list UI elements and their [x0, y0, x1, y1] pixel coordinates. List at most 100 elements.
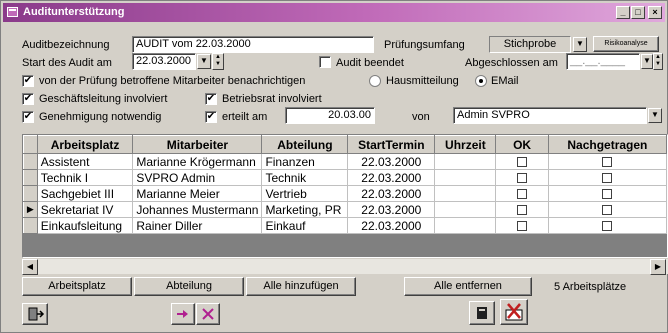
row-indicator[interactable]: ▶: [23, 201, 38, 218]
start-date-dropdown-button[interactable]: ▼: [197, 54, 211, 69]
cell-nachgetragen[interactable]: [547, 153, 667, 170]
erteilt-checkbox[interactable]: ✔: [205, 111, 217, 123]
geschaeftsleitung-checkbox[interactable]: ✔: [22, 93, 34, 105]
spin-down-icon[interactable]: ▼: [213, 61, 223, 68]
cell-ok[interactable]: [495, 185, 549, 202]
betriebsrat-checkbox[interactable]: ✔: [205, 93, 217, 105]
cell-mitarbeiter[interactable]: Marianne Meier: [132, 185, 263, 202]
ok-checkbox[interactable]: [517, 157, 528, 168]
table-row[interactable]: Assistent Marianne Krögermann Finanzen 22.0…: [23, 153, 667, 170]
abgeschlossen-date-input[interactable]: __.__.____: [566, 53, 640, 70]
arbeitsplatz-grid[interactable]: Arbeitsplatz Mitarbeiter Abteilung Start…: [22, 134, 668, 258]
column-header-nachgetragen[interactable]: Nachgetragen: [547, 135, 667, 154]
cell-starttermin[interactable]: 22.03.2000: [347, 217, 436, 234]
cell-abteilung[interactable]: Vertrieb: [261, 185, 349, 202]
von-dropdown-button[interactable]: ▼: [648, 108, 662, 123]
cell-uhrzeit[interactable]: [434, 169, 497, 186]
ok-checkbox[interactable]: [517, 205, 528, 216]
cell-arbeitsplatz[interactable]: Sachgebiet III: [36, 185, 134, 202]
cell-arbeitsplatz[interactable]: Assistent: [36, 153, 134, 170]
cell-uhrzeit[interactable]: [434, 153, 497, 170]
cell-mitarbeiter[interactable]: SVPRO Admin: [132, 169, 263, 186]
horizontal-scrollbar[interactable]: ◀ ▶: [22, 258, 668, 275]
add-arrow-button[interactable]: [171, 303, 195, 325]
cell-mitarbeiter[interactable]: Johannes Mustermann: [132, 201, 263, 218]
cell-arbeitsplatz[interactable]: Sekretariat IV: [36, 201, 134, 218]
save-button[interactable]: [469, 301, 495, 325]
cell-nachgetragen[interactable]: [547, 169, 667, 186]
column-header-ok[interactable]: OK: [495, 135, 549, 154]
nachgetragen-checkbox[interactable]: [602, 205, 613, 216]
cell-ok[interactable]: [495, 201, 549, 218]
benachrichtigen-checkbox[interactable]: ✔: [22, 75, 34, 87]
cell-mitarbeiter[interactable]: Marianne Krögermann: [132, 153, 263, 170]
cell-starttermin[interactable]: 22.03.2000: [347, 201, 436, 218]
cell-starttermin[interactable]: 22.03.2000: [347, 153, 436, 170]
row-indicator[interactable]: [23, 153, 38, 170]
cancel-button[interactable]: [500, 299, 528, 325]
spin-up-icon[interactable]: ▲: [213, 54, 223, 61]
ok-checkbox[interactable]: [517, 189, 528, 200]
risikoanalyse-button[interactable]: Risikoanalyse: [593, 36, 659, 52]
title-bar[interactable]: Auditunterstützung _ □ ×: [3, 3, 665, 22]
minimize-button[interactable]: _: [616, 6, 630, 19]
spin-down-icon[interactable]: ▼: [654, 61, 662, 68]
arbeitsplatz-button[interactable]: Arbeitsplatz: [22, 277, 132, 296]
genehmigung-checkbox[interactable]: ✔: [22, 111, 34, 123]
scroll-left-icon[interactable]: ◀: [22, 259, 38, 275]
von-select[interactable]: Admin SVPRO: [453, 107, 647, 124]
cell-abteilung[interactable]: Einkauf: [261, 217, 349, 234]
table-row[interactable]: Einkaufsleitung Rainer Diller Einkauf 22.03…: [23, 217, 667, 234]
cell-mitarbeiter[interactable]: Rainer Diller: [132, 217, 263, 234]
row-indicator[interactable]: [23, 169, 38, 186]
cell-arbeitsplatz[interactable]: Einkaufsleitung: [36, 217, 134, 234]
table-row[interactable]: ▶ Sekretariat IV Johannes Mustermann Market…: [23, 201, 667, 218]
auditbezeichnung-input[interactable]: AUDIT vom 22.03.2000: [132, 36, 374, 53]
abgeschlossen-spinner[interactable]: ▲ ▼: [653, 53, 663, 70]
column-header-mitarbeiter[interactable]: Mitarbeiter: [132, 135, 263, 154]
alle-hinzufuegen-button[interactable]: Alle hinzufügen: [246, 277, 356, 296]
nachgetragen-checkbox[interactable]: [602, 221, 613, 232]
nachgetragen-checkbox[interactable]: [602, 157, 613, 168]
cell-uhrzeit[interactable]: [434, 201, 497, 218]
alle-entfernen-button[interactable]: Alle entfernen: [404, 277, 532, 296]
cell-ok[interactable]: [495, 217, 549, 234]
close-button[interactable]: ×: [648, 6, 662, 19]
cell-abteilung[interactable]: Technik: [261, 169, 349, 186]
table-row[interactable]: Technik I SVPRO Admin Technik 22.03.2000: [23, 169, 667, 186]
cell-nachgetragen[interactable]: [547, 201, 667, 218]
pruefungsumfang-select[interactable]: Stichprobe: [489, 36, 571, 53]
table-row[interactable]: Sachgebiet III Marianne Meier Vertrieb 22.0…: [23, 185, 667, 202]
cell-starttermin[interactable]: 22.03.2000: [347, 169, 436, 186]
cell-arbeitsplatz[interactable]: Technik I: [36, 169, 134, 186]
email-radio[interactable]: [475, 75, 487, 87]
spin-up-icon[interactable]: ▲: [654, 54, 662, 61]
column-header-arbeitsplatz[interactable]: Arbeitsplatz: [36, 135, 134, 154]
scroll-right-icon[interactable]: ▶: [650, 259, 666, 275]
remove-button[interactable]: [196, 303, 220, 325]
row-indicator[interactable]: [23, 185, 38, 202]
abteilung-button[interactable]: Abteilung: [134, 277, 244, 296]
cell-abteilung[interactable]: Finanzen: [261, 153, 349, 170]
exit-button[interactable]: [22, 303, 48, 325]
cell-ok[interactable]: [495, 153, 549, 170]
ok-checkbox[interactable]: [517, 173, 528, 184]
column-header-starttermin[interactable]: StartTermin: [347, 135, 436, 154]
cell-nachgetragen[interactable]: [547, 217, 667, 234]
hausmitteilung-radio[interactable]: [369, 75, 381, 87]
audit-beendet-checkbox[interactable]: [319, 56, 331, 68]
cell-nachgetragen[interactable]: [547, 185, 667, 202]
nachgetragen-checkbox[interactable]: [602, 173, 613, 184]
row-indicator[interactable]: [23, 217, 38, 234]
abgeschlossen-dropdown-button[interactable]: ▼: [641, 54, 653, 69]
column-header-uhrzeit[interactable]: Uhrzeit: [434, 135, 497, 154]
cell-ok[interactable]: [495, 169, 549, 186]
cell-starttermin[interactable]: 22.03.2000: [347, 185, 436, 202]
column-header-abteilung[interactable]: Abteilung: [261, 135, 349, 154]
pruefungsumfang-dropdown-button[interactable]: ▼: [573, 37, 587, 52]
erteilt-date-input[interactable]: 20.03.00: [285, 107, 375, 124]
cell-uhrzeit[interactable]: [434, 185, 497, 202]
start-date-spinner[interactable]: ▲ ▼: [212, 53, 224, 70]
start-date-input[interactable]: 22.03.2000: [132, 53, 196, 70]
ok-checkbox[interactable]: [517, 221, 528, 232]
